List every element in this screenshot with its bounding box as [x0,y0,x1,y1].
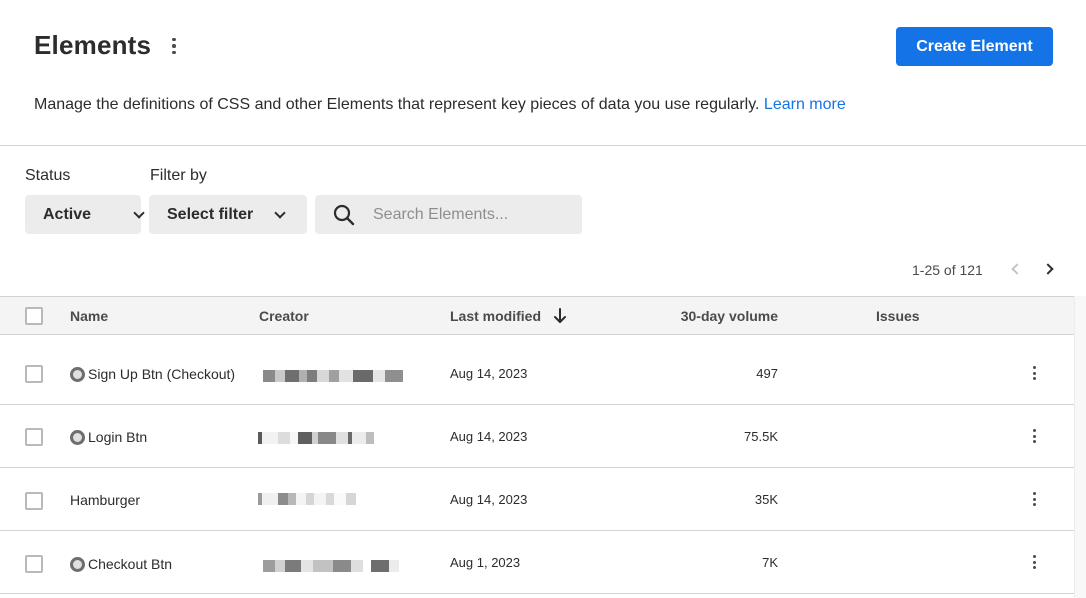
column-header-name[interactable]: Name [70,308,108,324]
creator-redacted [258,432,374,444]
description-text: Manage the definitions of CSS and other … [34,96,760,113]
status-indicator-icon [70,366,85,382]
row-actions-icon[interactable] [1026,363,1042,383]
table-row[interactable]: Hamburger Aug 14, 2023 35K [0,468,1074,531]
filter-dropdown-value: Select filter [167,205,254,223]
table-header: Name Creator Last modified 30-day volume… [0,296,1074,335]
column-header-volume[interactable]: 30-day volume [640,308,778,324]
element-name-text: Hamburger [70,492,141,508]
last-modified: Aug 14, 2023 [450,429,528,444]
table-row[interactable]: Login Btn Aug 14, 2023 75.5K [0,405,1074,468]
volume: 75.5K [744,429,778,444]
next-page-icon[interactable] [1042,262,1056,276]
status-dropdown-value: Active [43,205,92,223]
creator-redacted [263,560,399,572]
status-indicator-icon [70,556,85,572]
page-title: Elements [34,30,152,60]
creator-redacted [258,493,356,505]
row-checkbox[interactable] [25,555,43,573]
table-scrollbar[interactable] [1074,296,1086,598]
element-name[interactable]: Sign Up Btn (Checkout) [70,366,235,382]
row-checkbox[interactable] [25,428,43,446]
learn-more-link[interactable]: Learn more [764,96,846,113]
row-actions-icon[interactable] [1026,426,1042,446]
element-name[interactable]: Login Btn [70,429,147,445]
column-header-last-modified[interactable]: Last modified [450,308,541,324]
previous-page-icon[interactable] [1008,262,1022,276]
chevron-down-icon [274,207,286,219]
status-dropdown[interactable]: Active [25,195,145,234]
element-name[interactable]: Checkout Btn [70,556,172,572]
row-checkbox[interactable] [25,492,43,510]
table-row[interactable]: Checkout Btn Aug 1, 2023 7K [0,531,1074,594]
column-header-creator[interactable]: Creator [259,308,309,324]
row-actions-icon[interactable] [1026,552,1042,572]
page-header: Elements Create Element Manage the defin… [0,0,1086,146]
table-row[interactable]: Sign Up Btn (Checkout) Aug 14, 2023 497 [0,342,1074,405]
search-icon [333,204,355,226]
search-input[interactable] [373,195,573,234]
last-modified: Aug 1, 2023 [450,555,521,570]
more-options-icon[interactable] [164,34,184,58]
status-indicator-icon [70,429,85,445]
status-filter-label: Status [25,167,71,184]
row-checkbox[interactable] [25,365,43,383]
element-name-text: Login Btn [88,429,148,445]
last-modified: Aug 14, 2023 [450,492,528,507]
filter-dropdown[interactable]: Select filter [149,195,307,234]
filter-by-label: Filter by [150,167,207,184]
volume: 7K [762,555,778,570]
pagination-range: 1-25 of 121 [912,262,983,278]
volume: 35K [754,492,778,507]
last-modified: Aug 14, 2023 [450,366,528,381]
row-actions-icon[interactable] [1026,489,1042,509]
creator-redacted [263,370,403,382]
element-name-text: Checkout Btn [88,556,173,572]
column-header-issues[interactable]: Issues [876,308,920,324]
volume: 497 [756,366,778,381]
select-all-checkbox[interactable] [25,307,43,325]
chevron-down-icon [133,207,145,219]
element-name[interactable]: Hamburger [70,492,140,508]
sort-descending-icon[interactable] [553,307,567,325]
element-name-text: Sign Up Btn (Checkout) [88,366,236,382]
page-description: Manage the definitions of CSS and other … [34,96,846,114]
search-box[interactable] [315,195,582,234]
create-element-button[interactable]: Create Element [896,27,1053,66]
